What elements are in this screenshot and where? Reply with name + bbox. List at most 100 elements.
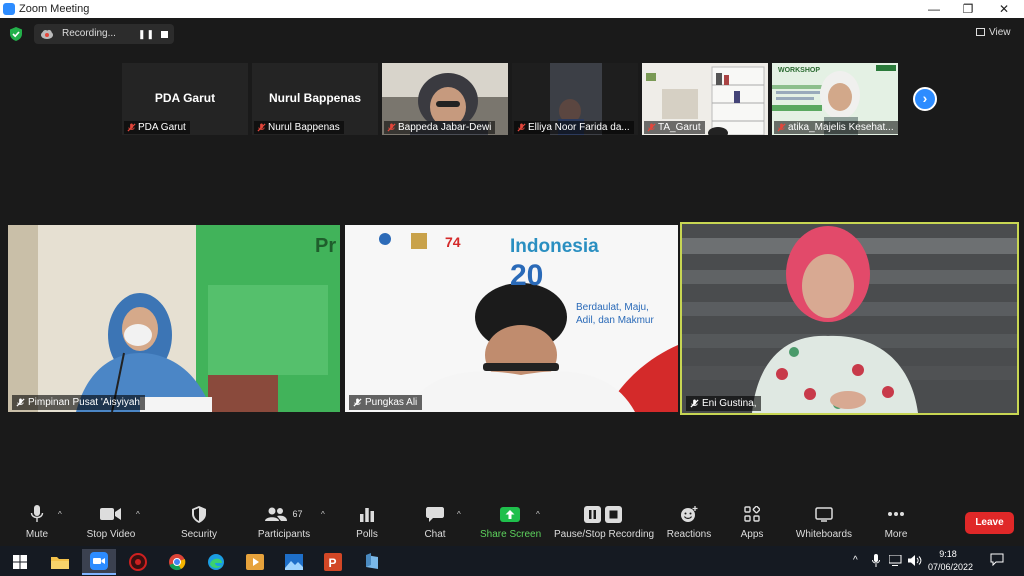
participant-thumbnail[interactable]: Nurul Bappenas Nurul Bappenas — [252, 63, 378, 135]
participant-name: Elliya Noor Farida da... — [528, 122, 630, 133]
stop-recording-button[interactable] — [161, 31, 168, 38]
taskbar-powerpoint[interactable]: P — [316, 549, 350, 575]
windows-start-button[interactable] — [3, 549, 37, 575]
more-label: More — [884, 529, 908, 540]
share-screen-button[interactable]: Share Screen — [480, 504, 541, 540]
clock-time: 9:18 — [939, 549, 957, 559]
tray-network[interactable] — [888, 554, 903, 569]
participants-options-caret[interactable]: ^ — [321, 510, 325, 519]
notebook-app-icon — [366, 553, 378, 569]
stop-video-button[interactable]: Stop Video — [82, 504, 140, 540]
taskbar-photos[interactable] — [277, 549, 311, 575]
zoom-app-icon — [90, 552, 108, 570]
participant-name: Bappeda Jabar-Dewi — [398, 122, 492, 133]
reactions-button[interactable]: Reactions — [666, 504, 712, 540]
participants-icon — [265, 507, 288, 521]
participant-thumbnail[interactable]: WORKSHOP atika_Majelis Kesehat... — [772, 63, 898, 135]
participant-name-display: Nurul Bappenas — [268, 91, 361, 105]
muted-mic-icon — [16, 398, 25, 407]
taskbar-app[interactable] — [355, 549, 389, 575]
recording-label: Recording... — [62, 28, 116, 39]
chevron-right-icon: › — [922, 90, 928, 106]
share-screen-arrow-icon — [500, 506, 520, 522]
video-camera-icon — [100, 508, 121, 520]
participant-name: Pimpinan Pusat 'Aisyiyah — [28, 397, 140, 408]
notification-icon — [990, 553, 1004, 567]
speaker-volume-icon — [908, 555, 922, 566]
pause-recording-button[interactable]: ❚❚ — [138, 29, 155, 40]
participant-name-display: PDA Garut — [154, 91, 216, 105]
backdrop-number: 20 — [510, 259, 544, 292]
muted-mic-icon — [257, 123, 266, 132]
chat-options-caret[interactable]: ^ — [457, 510, 461, 519]
security-label: Security — [180, 529, 218, 540]
video-tile[interactable]: 74 Indonesia 20 Berdaulat, Maju, Adil, d… — [345, 225, 678, 412]
participant-name: Pungkas Ali — [365, 397, 418, 408]
edge-browser-icon — [208, 554, 224, 570]
polls-bar-chart-icon — [360, 507, 374, 522]
participants-button[interactable]: 67 Participants — [255, 504, 313, 540]
audio-options-caret[interactable]: ^ — [58, 510, 62, 519]
video-options-caret[interactable]: ^ — [136, 510, 140, 519]
cloud-recording-icon — [41, 29, 53, 39]
view-button[interactable]: View — [976, 27, 1011, 38]
taskbar-media-player[interactable] — [238, 549, 272, 575]
zoom-app-icon — [3, 3, 15, 15]
notification-center-button[interactable] — [990, 553, 1004, 569]
taskbar-zoom[interactable] — [82, 549, 116, 575]
participant-thumbnail[interactable]: TA_Garut — [642, 63, 768, 135]
pause-stop-recording-label: Pause/Stop Recording — [554, 529, 655, 540]
clock-date: 07/06/2022 — [928, 562, 974, 572]
taskbar-recorder[interactable] — [121, 549, 155, 575]
tray-volume[interactable] — [908, 555, 922, 569]
more-button[interactable]: More — [879, 504, 913, 540]
participant-thumbnail[interactable]: Elliya Noor Farida da... — [512, 63, 638, 135]
minimize-button[interactable]: — — [916, 0, 952, 18]
pause-stop-recording-button[interactable]: Pause/Stop Recording — [554, 504, 655, 540]
whiteboards-button[interactable]: Whiteboards — [794, 504, 854, 540]
microphone-icon — [30, 505, 44, 522]
more-dots-icon — [888, 512, 904, 516]
participant-thumbnail[interactable]: PDA Garut PDA Garut — [122, 63, 248, 135]
participant-name-label: Eni Gustina, — [686, 396, 762, 411]
window-titlebar: Zoom Meeting — ❐ ✕ — [0, 0, 1024, 18]
slide-title: WORKSHOP — [778, 67, 820, 74]
backdrop-slogan: Berdaulat, Maju, Adil, dan Makmur — [576, 301, 654, 327]
taskbar-chrome[interactable] — [160, 549, 194, 575]
participant-thumbnail[interactable]: Bappeda Jabar-Dewi — [382, 63, 508, 135]
mute-button[interactable]: Mute — [16, 504, 58, 540]
maximize-button[interactable]: ❐ — [950, 0, 986, 18]
chat-bubble-icon — [426, 506, 444, 522]
muted-mic-icon — [127, 123, 136, 132]
participant-video — [682, 224, 1017, 413]
apps-button[interactable]: Apps — [736, 504, 768, 540]
encryption-shield-icon[interactable] — [9, 27, 23, 41]
taskbar-edge[interactable] — [199, 549, 233, 575]
security-button[interactable]: Security — [176, 504, 222, 540]
whiteboard-icon — [815, 506, 833, 522]
next-page-arrow-button[interactable]: › — [913, 87, 937, 111]
polls-button[interactable]: Polls — [350, 504, 384, 540]
windows-taskbar: P ^ 9:18 07/06/2022 — [0, 546, 1024, 576]
muted-mic-icon — [517, 123, 526, 132]
tray-overflow-chevron[interactable]: ^ — [853, 555, 858, 566]
taskbar-file-explorer[interactable] — [43, 549, 77, 575]
leave-meeting-button[interactable]: Leave — [965, 512, 1014, 534]
network-icon — [888, 554, 902, 566]
taskbar-clock[interactable]: 9:18 07/06/2022 — [928, 548, 974, 574]
close-button[interactable]: ✕ — [986, 0, 1022, 18]
recording-indicator: Recording... ❚❚ — [34, 24, 174, 44]
share-options-caret[interactable]: ^ — [536, 510, 540, 519]
muted-mic-icon — [647, 123, 656, 132]
reactions-smiley-icon — [681, 505, 698, 522]
view-label: View — [989, 27, 1011, 38]
chat-button[interactable]: Chat — [419, 504, 451, 540]
video-tile-active-speaker[interactable]: Eni Gustina, — [680, 222, 1019, 415]
video-tile[interactable]: Pr Pimpinan Pusat 'Aisyiyah — [8, 225, 340, 412]
participant-name: TA_Garut — [658, 122, 701, 133]
participant-name: PDA Garut — [138, 122, 186, 133]
tray-microphone[interactable] — [872, 554, 880, 570]
participant-name-label: Bappeda Jabar-Dewi — [384, 121, 496, 134]
media-player-icon — [246, 554, 264, 570]
grid-view-icon — [976, 28, 985, 36]
